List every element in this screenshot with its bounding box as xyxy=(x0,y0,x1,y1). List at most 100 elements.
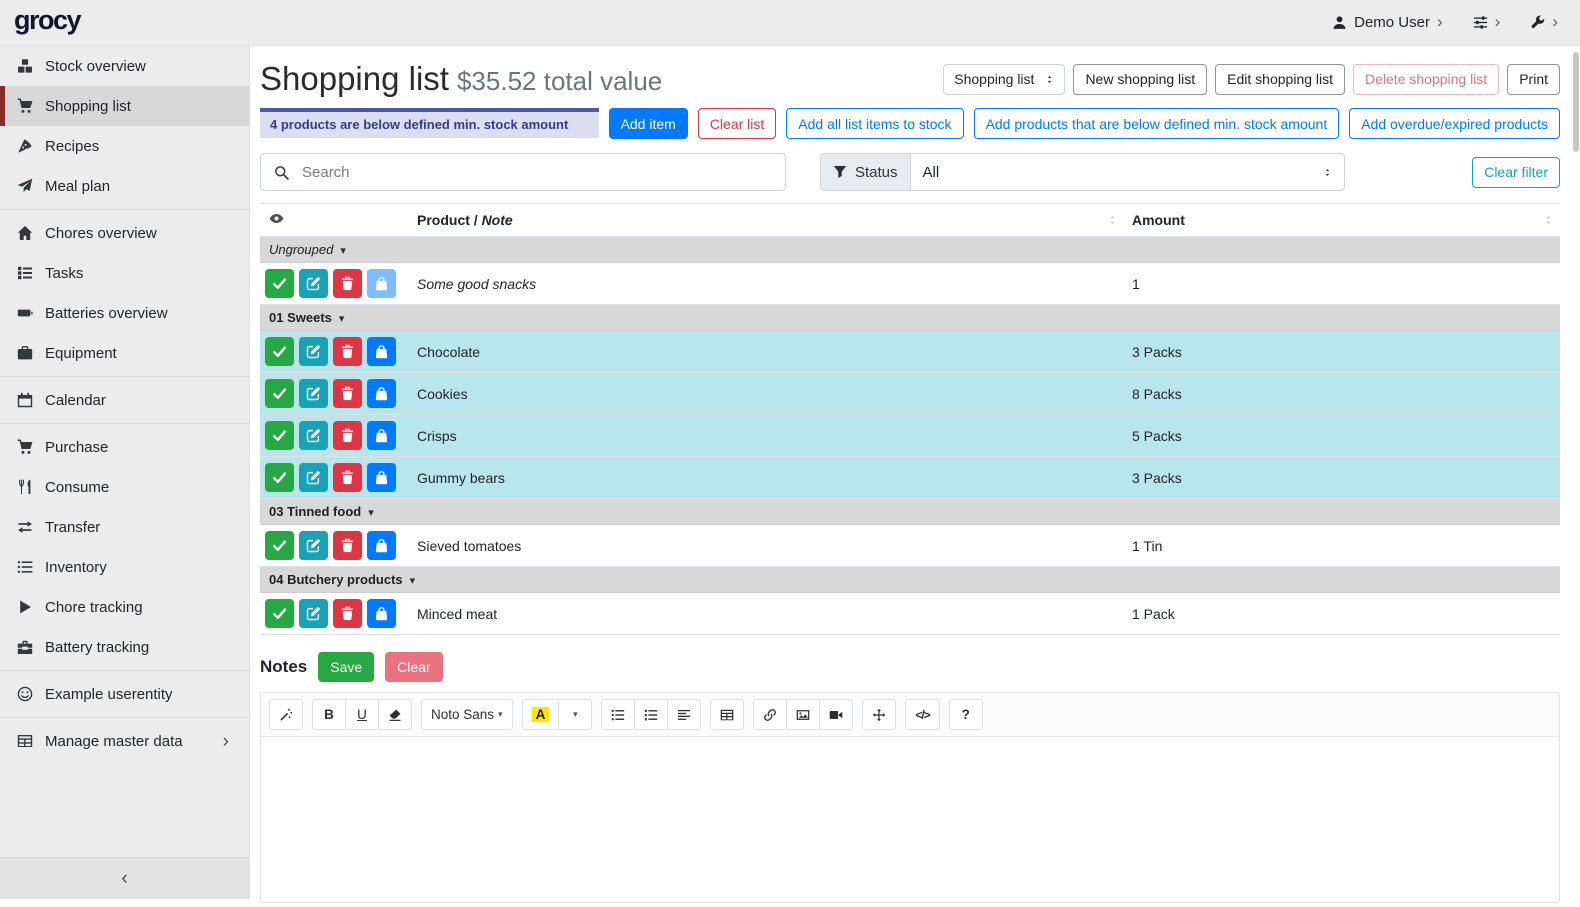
insert-picture-button[interactable] xyxy=(786,699,820,730)
underline-button[interactable]: U xyxy=(345,699,379,730)
product-column-header[interactable]: Product / Note xyxy=(409,204,1124,237)
notes-save-button[interactable]: Save xyxy=(318,652,374,682)
smiley-icon xyxy=(15,686,34,702)
check-icon xyxy=(272,538,287,553)
row-edit-button[interactable] xyxy=(299,379,328,408)
insert-link-button[interactable] xyxy=(753,699,787,730)
scrollbar[interactable] xyxy=(1573,47,1579,901)
row-add-to-stock-button[interactable] xyxy=(367,531,396,560)
product-group-header[interactable]: 04 Butchery products▾ xyxy=(260,567,1560,593)
row-add-to-stock-button[interactable] xyxy=(367,269,396,298)
row-add-to-stock-button[interactable] xyxy=(367,599,396,628)
list-ul-icon xyxy=(611,708,625,722)
clear-filter-button[interactable]: Clear filter xyxy=(1472,157,1560,188)
below-min-stock-alert[interactable]: 4 products are below defined min. stock … xyxy=(260,108,599,138)
scrollbar-thumb[interactable] xyxy=(1573,52,1579,152)
product-group-header[interactable]: 01 Sweets▾ xyxy=(260,305,1560,331)
highlight-color-button[interactable]: A xyxy=(522,699,560,730)
row-edit-button[interactable] xyxy=(299,421,328,450)
ordered-list-button[interactable] xyxy=(634,699,668,730)
admin-menu[interactable]: › xyxy=(1530,15,1558,30)
sidebar-item-chores-overview[interactable]: Chores overview xyxy=(0,213,249,253)
row-done-button[interactable] xyxy=(265,463,294,492)
sidebar-item-transfer[interactable]: Transfer xyxy=(0,507,249,547)
help-button[interactable]: ? xyxy=(949,699,983,730)
row-done-button[interactable] xyxy=(265,337,294,366)
edit-shopping-list-button[interactable]: Edit shopping list xyxy=(1215,64,1345,95)
sidebar-item-shopping-list[interactable]: Shopping list xyxy=(0,86,249,126)
amount-column-header[interactable]: Amount xyxy=(1124,204,1560,237)
sidebar-item-example-userentity[interactable]: Example userentity xyxy=(0,674,249,714)
row-done-button[interactable] xyxy=(265,531,294,560)
row-add-to-stock-button[interactable] xyxy=(367,337,396,366)
sidebar-item-battery-tracking[interactable]: Battery tracking xyxy=(0,627,249,667)
row-delete-button[interactable] xyxy=(333,531,362,560)
add-item-button[interactable]: Add item xyxy=(609,108,688,139)
row-add-to-stock-button[interactable] xyxy=(367,463,396,492)
sidebar-item-equipment[interactable]: Equipment xyxy=(0,333,249,373)
row-edit-button[interactable] xyxy=(299,337,328,366)
row-delete-button[interactable] xyxy=(333,463,362,492)
remove-format-button[interactable] xyxy=(378,699,412,730)
new-shopping-list-button[interactable]: New shopping list xyxy=(1073,64,1207,95)
row-delete-button[interactable] xyxy=(333,269,362,298)
sidebar-item-purchase[interactable]: Purchase xyxy=(0,427,249,467)
app-logo[interactable]: grocy xyxy=(0,5,80,40)
notes-editor-area[interactable] xyxy=(261,737,1559,902)
check-icon xyxy=(272,344,287,359)
row-delete-button[interactable] xyxy=(333,337,362,366)
print-button[interactable]: Print xyxy=(1507,64,1560,95)
insert-table-button[interactable] xyxy=(710,699,744,730)
row-edit-button[interactable] xyxy=(299,269,328,298)
row-add-to-stock-button[interactable] xyxy=(367,421,396,450)
row-delete-button[interactable] xyxy=(333,599,362,628)
sidebar-item-consume[interactable]: Consume xyxy=(0,467,249,507)
insert-video-button[interactable] xyxy=(819,699,853,730)
sidebar-item-tasks[interactable]: Tasks xyxy=(0,253,249,293)
calendar-icon xyxy=(15,392,34,408)
display-settings-menu[interactable]: › xyxy=(1473,15,1501,30)
row-edit-button[interactable] xyxy=(299,599,328,628)
search-input[interactable] xyxy=(300,163,772,182)
shopping-list-select[interactable]: Shopping list xyxy=(943,64,1065,95)
sidebar-item-recipes[interactable]: Recipes xyxy=(0,126,249,166)
add-overdue-button[interactable]: Add overdue/expired products xyxy=(1349,108,1560,139)
sidebar-item-calendar[interactable]: Calendar xyxy=(0,380,249,420)
product-group-header[interactable]: 03 Tinned food▾ xyxy=(260,499,1560,525)
sidebar-item-chore-tracking[interactable]: Chore tracking xyxy=(0,587,249,627)
add-below-min-stock-button[interactable]: Add products that are below defined min.… xyxy=(974,108,1340,139)
row-delete-button[interactable] xyxy=(333,379,362,408)
sidebar-collapse-button[interactable]: ‹ xyxy=(0,857,249,899)
paragraph-style-button[interactable] xyxy=(667,699,701,730)
sidebar-item-stock-overview[interactable]: Stock overview xyxy=(0,46,249,86)
unordered-list-button[interactable] xyxy=(601,699,635,730)
eye-icon[interactable] xyxy=(268,211,285,226)
add-all-to-stock-button[interactable]: Add all list items to stock xyxy=(786,108,963,139)
fullscreen-button[interactable] xyxy=(862,699,896,730)
row-edit-button[interactable] xyxy=(299,463,328,492)
clear-list-button[interactable]: Clear list xyxy=(698,108,776,139)
notes-clear-button[interactable]: Clear xyxy=(385,652,442,682)
edit-icon xyxy=(306,386,321,401)
sidebar-item-inventory[interactable]: Inventory xyxy=(0,547,249,587)
row-add-to-stock-button[interactable] xyxy=(367,379,396,408)
row-done-button[interactable] xyxy=(265,269,294,298)
font-family-button[interactable]: Noto Sans▾ xyxy=(421,699,513,730)
bold-button[interactable]: B xyxy=(312,699,346,730)
code-view-button[interactable]: </> xyxy=(905,699,939,730)
row-done-button[interactable] xyxy=(265,421,294,450)
row-edit-button[interactable] xyxy=(299,531,328,560)
style-suggestion-button[interactable] xyxy=(269,699,303,730)
sidebar-item-manage-master-data[interactable]: Manage master data› xyxy=(0,721,249,761)
delete-shopping-list-button[interactable]: Delete shopping list xyxy=(1353,64,1499,95)
user-menu[interactable]: Demo User› xyxy=(1332,14,1443,31)
sidebar-item-batteries-overview[interactable]: Batteries overview xyxy=(0,293,249,333)
row-done-button[interactable] xyxy=(265,379,294,408)
sidebar-item-meal-plan[interactable]: Meal plan xyxy=(0,166,249,206)
product-group-header[interactable]: Ungrouped▾ xyxy=(260,237,1560,263)
row-delete-button[interactable] xyxy=(333,421,362,450)
status-filter-select[interactable]: All xyxy=(910,153,1345,191)
row-done-button[interactable] xyxy=(265,599,294,628)
trash-icon xyxy=(340,606,355,621)
color-picker-button[interactable]: ▾ xyxy=(558,699,592,730)
